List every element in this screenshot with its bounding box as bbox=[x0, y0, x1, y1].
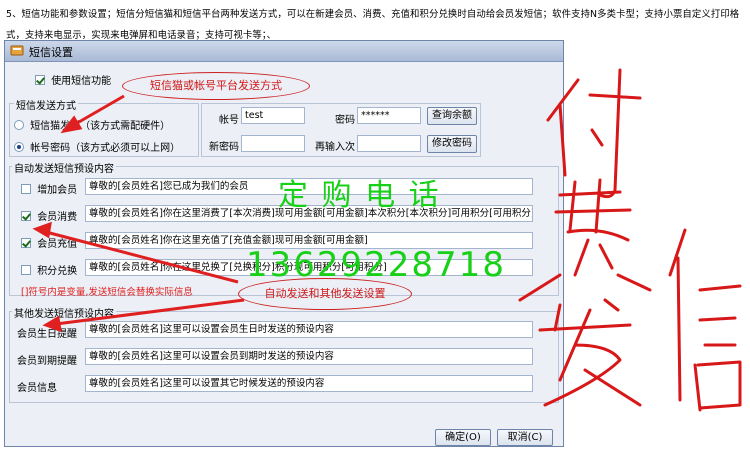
auto-row-label: 会员消费 bbox=[37, 212, 78, 223]
send-mode-group: 短信发送方式 短信猫发送（该方式需配硬件） 帐号密码（该方式必须可以上网） bbox=[9, 97, 199, 157]
password-input[interactable]: ****** bbox=[357, 107, 421, 124]
checkbox-box[interactable] bbox=[35, 74, 45, 85]
auto-row-checkbox[interactable]: 会员消费 bbox=[21, 208, 77, 223]
sms-settings-dialog: 短信设置 使用短信功能 短信发送方式 短信猫发送（该方式需配硬件） 帐号密码（该… bbox=[4, 40, 564, 447]
radio-account[interactable]: 帐号密码（该方式必须可以上网） bbox=[14, 139, 180, 154]
auto-row-label: 积分兑换 bbox=[37, 266, 78, 277]
query-balance-button[interactable]: 查询余额 bbox=[427, 107, 477, 125]
radio-account-button[interactable] bbox=[14, 141, 24, 152]
title-bar[interactable]: 短信设置 bbox=[5, 41, 563, 62]
other-row-text-input[interactable]: 尊敬的[会员姓名]这里可以设置会员到期时发送的预设内容 bbox=[85, 348, 533, 365]
radio-modem-label: 短信猫发送（该方式需配硬件） bbox=[30, 121, 171, 132]
checkbox-box[interactable] bbox=[21, 237, 31, 248]
variable-note: []符号内是变量,发送短信会替换实际信息 bbox=[21, 287, 193, 298]
other-row-text-input[interactable]: 尊敬的[会员姓名]这里可以设置会员生日时发送的预设内容 bbox=[85, 321, 533, 338]
change-password-button[interactable]: 修改密码 bbox=[427, 135, 477, 153]
send-mode-legend: 短信发送方式 bbox=[14, 97, 78, 112]
window-title: 短信设置 bbox=[29, 46, 73, 59]
password-label: 密码 bbox=[335, 115, 355, 126]
auto-row-checkbox[interactable]: 积分兑换 bbox=[21, 262, 77, 277]
ok-button[interactable]: 确定(O) bbox=[435, 429, 491, 446]
radio-modem-button[interactable] bbox=[14, 119, 24, 130]
confirm-password-label: 再输入次 bbox=[315, 142, 355, 153]
cancel-button[interactable]: 取消(C) bbox=[497, 429, 553, 446]
checkbox-box[interactable] bbox=[21, 183, 31, 194]
app-icon bbox=[10, 44, 24, 57]
account-input[interactable]: test bbox=[241, 107, 305, 124]
order-phone-heading: 定 购 电 话 bbox=[278, 178, 441, 213]
new-password-label: 新密码 bbox=[209, 142, 239, 153]
use-sms-checkbox[interactable]: 使用短信功能 bbox=[35, 72, 111, 87]
other-row-label: 会员到期提醒 bbox=[17, 356, 77, 367]
other-row-label: 会员生日提醒 bbox=[17, 329, 77, 340]
auto-row-label: 增加会员 bbox=[37, 185, 78, 196]
confirm-password-input[interactable] bbox=[357, 135, 421, 152]
auto-row-checkbox[interactable]: 增加会员 bbox=[21, 181, 77, 196]
new-password-input[interactable] bbox=[241, 135, 305, 152]
auto-row-checkbox[interactable]: 会员充值 bbox=[21, 235, 77, 250]
other-send-legend: 其他发送短信预设内容 bbox=[12, 305, 116, 320]
radio-modem[interactable]: 短信猫发送（该方式需配硬件） bbox=[14, 117, 170, 132]
send-mode-callout: 短信猫或帐号平台发送方式 bbox=[122, 72, 310, 100]
account-label: 帐号 bbox=[219, 115, 239, 126]
auto-send-callout: 自动发送和其他发送设置 bbox=[238, 278, 412, 310]
checkbox-box[interactable] bbox=[21, 264, 31, 275]
auto-row-label: 会员充值 bbox=[37, 239, 78, 250]
checkbox-box[interactable] bbox=[21, 210, 31, 221]
other-row-text-input[interactable]: 尊敬的[会员姓名]这里可以设置其它时候发送的预设内容 bbox=[85, 375, 533, 392]
radio-account-label: 帐号密码（该方式必须可以上网） bbox=[30, 143, 181, 154]
auto-send-legend: 自动发送短信预设内容 bbox=[12, 160, 116, 175]
use-sms-label: 使用短信功能 bbox=[51, 76, 112, 87]
other-row-label: 会员信息 bbox=[17, 383, 57, 394]
